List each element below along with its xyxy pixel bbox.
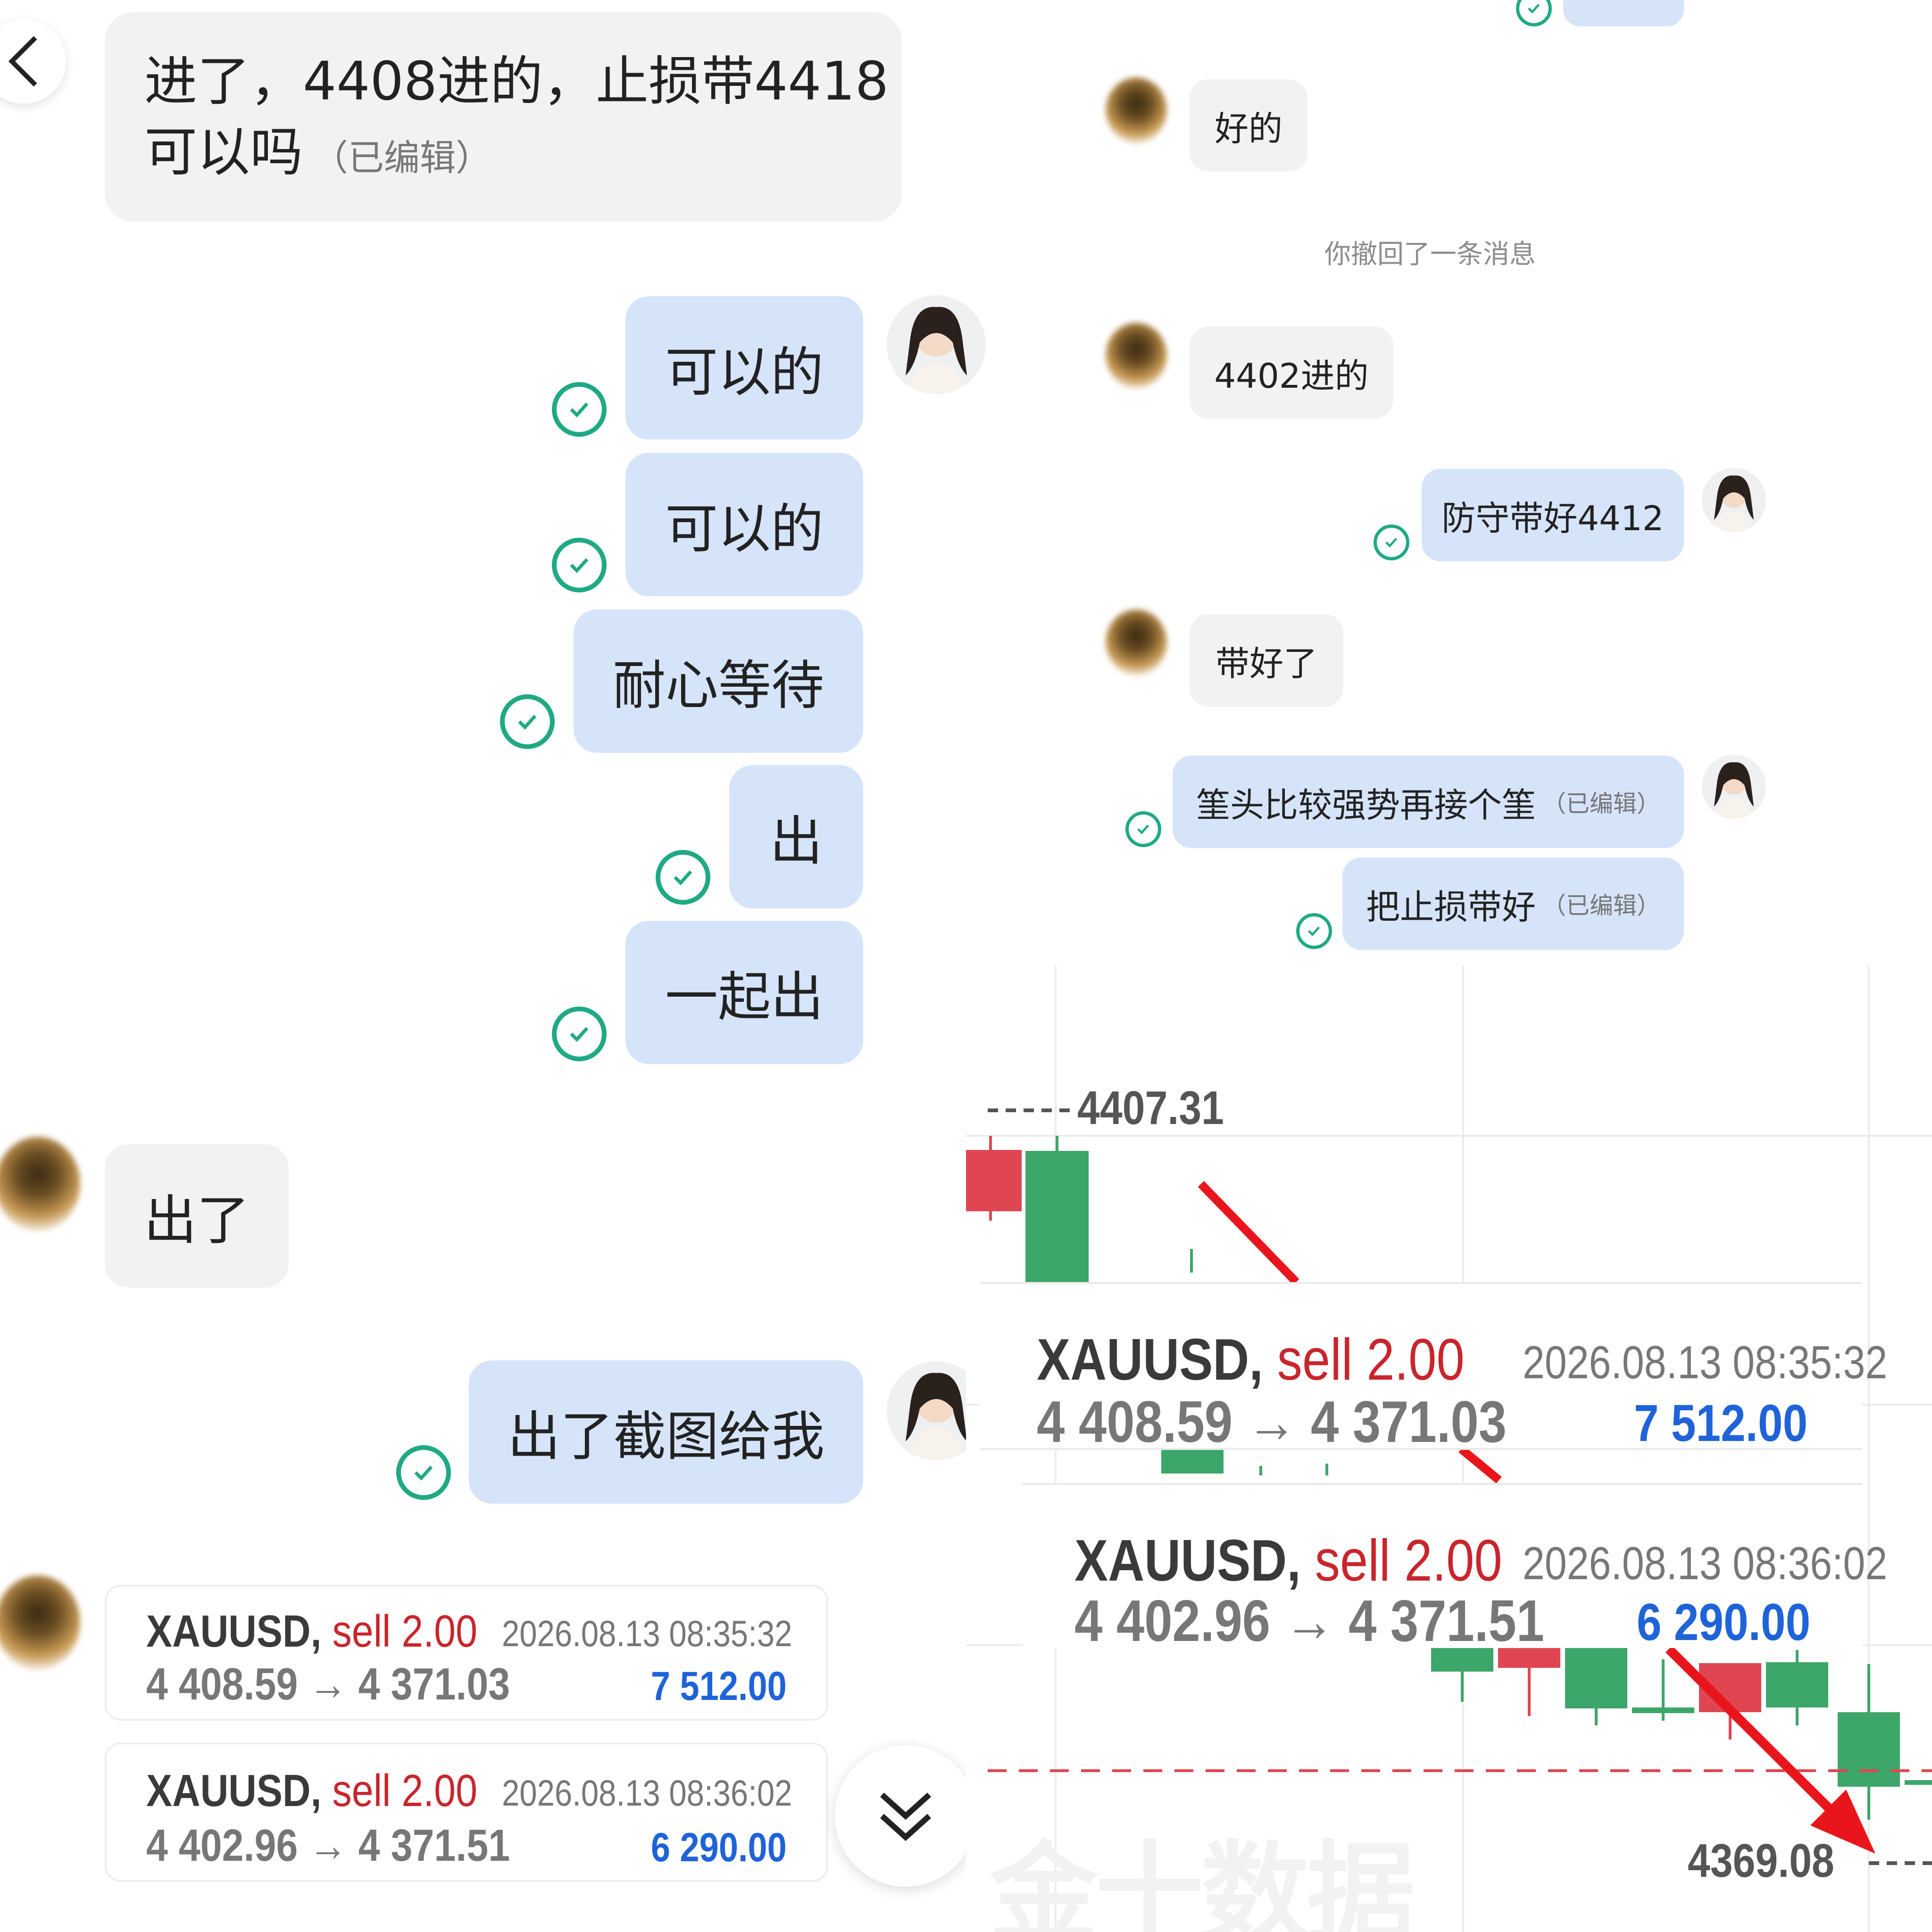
trade-prices: 4 408.59 → 4 371.03 [1037, 1390, 1507, 1455]
avatar[interactable] [0, 1575, 80, 1670]
message-text: 防守带好4412 [1441, 498, 1664, 538]
trade-datetime: 2026.08.13 08:36:02 [502, 1772, 792, 1814]
candle-up [1905, 1780, 1932, 1785]
trade-datetime: 2026.08.13 08:35:32 [1523, 1336, 1888, 1388]
avatar[interactable] [1106, 77, 1167, 143]
avatar[interactable] [1702, 755, 1766, 819]
message-text: 好的 [1214, 108, 1282, 149]
incoming-bubble-done[interactable]: 带好了 [1190, 614, 1343, 707]
trade-profit: 7 512.00 [1633, 1394, 1807, 1452]
read-check-icon [1516, 0, 1552, 26]
outgoing-bubble-partial[interactable] [1563, 0, 1684, 26]
edited-tag: （已编辑） [1542, 790, 1660, 817]
trade-prices: 4 408.59 → 4 371.03 [146, 1659, 510, 1709]
message-text: 进了，4408进的，止损带4418 [144, 51, 889, 112]
candle-up [1565, 1648, 1627, 1708]
message-text: 一起出 [665, 966, 824, 1028]
trade-symbol: XAUUSD, sell 2.00 [146, 1606, 478, 1657]
outgoing-bubble-reply-4[interactable]: 出 [729, 765, 863, 908]
outgoing-bubble-bulls[interactable]: 筀头比较强势再接个筀 （已编辑） [1173, 756, 1684, 848]
outgoing-bubble-stoploss[interactable]: 把止损带好 （已编辑） [1342, 858, 1684, 950]
avatar[interactable] [1702, 468, 1766, 532]
right-chat-panel: 好的 你撤回了一条消息 4402进的 防守带好4412 带好了 筀头比较强势再接… [966, 0, 1932, 966]
message-text: 可以的 [665, 499, 824, 560]
outgoing-bubble-reply-5[interactable]: 一起出 [625, 921, 863, 1064]
outgoing-bubble-defend[interactable]: 防守带好4412 [1422, 469, 1684, 561]
candle-up [1766, 1662, 1828, 1707]
top-price-label: 4407.31 [1077, 1082, 1224, 1134]
bottom-price-label: 4369.08 [1688, 1834, 1834, 1887]
outgoing-bubble-reply-3[interactable]: 耐心等待 [574, 609, 863, 753]
read-check-icon [552, 1007, 607, 1061]
outgoing-bubble-screenshot[interactable]: 出了截图给我 [469, 1360, 863, 1504]
trade-symbol: XAUUSD, sell 2.00 [146, 1765, 478, 1816]
trade-card[interactable]: XAUUSD, sell 2.00 2026.08.13 08:36:02 4 … [105, 1742, 828, 1882]
trade-side: sell 2.00 [1315, 1528, 1502, 1593]
incoming-bubble-entry[interactable]: 4402进的 [1190, 326, 1393, 419]
read-check-icon [552, 538, 607, 592]
message-text: 4402进的 [1214, 356, 1369, 396]
outgoing-bubble-reply-2[interactable]: 可以的 [625, 453, 863, 596]
double-chevron-down-icon [880, 1792, 932, 1841]
trade-datetime: 2026.08.13 08:36:02 [1523, 1537, 1888, 1589]
trade-symbol: XAUUSD, sell 2.00 [1074, 1528, 1502, 1593]
trade-card[interactable]: XAUUSD, sell 2.00 2026.08.13 08:35:32 4 … [105, 1585, 828, 1721]
trade-card[interactable]: XAUUSD, sell 2.00 2026.08.13 08:36:02 4 … [1023, 1483, 1887, 1654]
message-text: 可以的 [665, 342, 824, 403]
read-check-icon [1125, 811, 1161, 847]
trade-profit: 7 512.00 [651, 1664, 787, 1709]
trade-prices: 4 402.96 → 4 371.51 [146, 1820, 510, 1871]
left-chat-panel: 进了，4408进的，止损带4418 可以吗 （已编辑） 可以的 可以的 耐心等待… [0, 0, 986, 1932]
red-arrow-segment [1198, 1181, 1299, 1285]
candle-up [1632, 1707, 1694, 1713]
avatar[interactable] [1106, 323, 1167, 389]
trade-datetime: 2026.08.13 08:35:32 [502, 1613, 792, 1654]
trade-prices: 4 402.96 → 4 371.51 [1074, 1589, 1545, 1654]
read-check-icon [656, 850, 710, 905]
avatar[interactable] [0, 1137, 80, 1231]
incoming-bubble-entered[interactable]: 进了，4408进的，止损带4418 可以吗 （已编辑） [105, 12, 902, 222]
message-text: 把止损带好 [1366, 887, 1536, 927]
incoming-bubble-out[interactable]: 出了 [105, 1144, 289, 1288]
read-check-icon [396, 1445, 451, 1500]
trade-profit: 6 290.00 [1636, 1593, 1810, 1651]
trade-side: sell 2.00 [332, 1606, 478, 1657]
trade-card[interactable]: XAUUSD, sell 2.00 2026.08.13 08:35:32 4 … [980, 1282, 1887, 1455]
outgoing-bubble-reply-1[interactable]: 可以的 [625, 296, 863, 440]
candlestick-chart-panel: 4407.31 4369.08 金十数据 XAUUSD, sell 2.00 2… [966, 966, 1932, 1932]
scroll-to-bottom-button[interactable] [835, 1745, 976, 1887]
message-text: 耐心等待 [613, 655, 824, 716]
trade-side: sell 2.00 [1277, 1327, 1465, 1392]
message-text: 带好了 [1215, 643, 1317, 683]
candle-up [1025, 1151, 1089, 1288]
read-check-icon [1296, 913, 1332, 949]
message-text: 筀头比较强势再接个筀 [1196, 785, 1536, 825]
edited-tag: （已编辑） [312, 137, 491, 179]
read-check-icon [552, 382, 607, 437]
read-check-icon [1374, 525, 1409, 560]
avatar[interactable] [1106, 609, 1167, 675]
system-recall-note: 你撤回了一条消息 [1324, 239, 1536, 270]
candle-up [1838, 1712, 1900, 1787]
trade-profit: 6 290.00 [651, 1825, 787, 1870]
edited-tag: （已编辑） [1542, 892, 1660, 919]
trade-side: sell 2.00 [332, 1765, 478, 1816]
message-text: 出 [770, 811, 823, 872]
message-text-line-2: 可以吗 [144, 122, 303, 183]
candle-down [966, 1150, 1022, 1211]
message-text: 出了截图给我 [508, 1406, 824, 1467]
trade-symbol: XAUUSD, sell 2.00 [1037, 1327, 1465, 1392]
chevron-left-icon [8, 36, 37, 87]
back-button[interactable] [0, 19, 66, 104]
read-check-icon [500, 694, 555, 749]
message-text: 出了 [144, 1190, 250, 1251]
watermark: 金十数据 [990, 1831, 1415, 1932]
incoming-bubble-ok[interactable]: 好的 [1190, 79, 1307, 172]
